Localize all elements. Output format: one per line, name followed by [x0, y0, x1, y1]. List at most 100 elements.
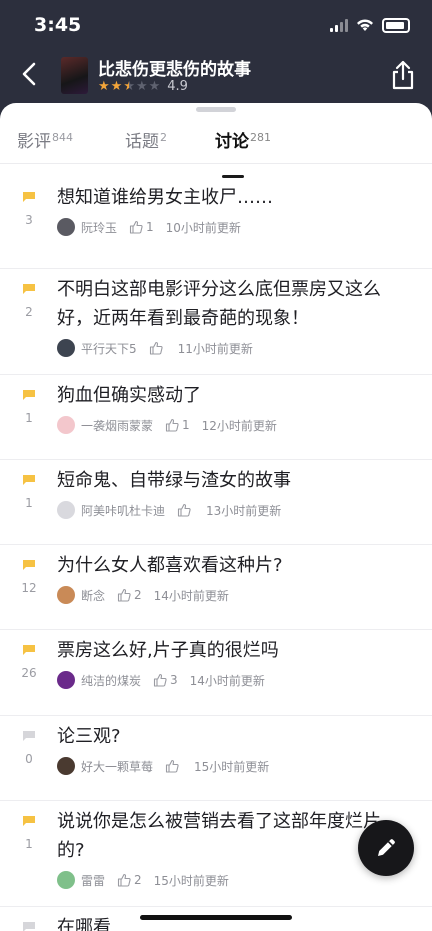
- status-icons: [330, 15, 410, 35]
- username[interactable]: 一袭烟雨蒙蒙: [81, 417, 153, 434]
- sheet-grabber[interactable]: [196, 107, 236, 112]
- reply-count: 2: [25, 305, 33, 319]
- post-meta: 阿美咔叽杜卡迪 13小时前更新: [57, 499, 281, 521]
- post-meta: 断念 2 14小时前更新: [57, 584, 229, 606]
- avatar[interactable]: [57, 671, 75, 689]
- post-title[interactable]: 说说你是怎么被营销去看了这部年度烂片的?: [57, 807, 407, 865]
- star-half-icon: ★: [123, 79, 135, 94]
- comment-flag-icon: [23, 390, 35, 400]
- username[interactable]: 阮玲玉: [81, 219, 117, 236]
- post-title[interactable]: 论三观?: [57, 722, 407, 751]
- divider: [0, 374, 432, 375]
- like-button[interactable]: 2: [117, 588, 142, 602]
- share-icon[interactable]: [390, 60, 416, 90]
- avatar[interactable]: [57, 218, 75, 236]
- post-title[interactable]: 不明白这部电影评分这么底但票房又这么好，近两年看到最奇葩的现象！: [57, 275, 407, 333]
- update-time: 13小时前更新: [206, 503, 282, 518]
- tab-label: 话题: [125, 132, 159, 152]
- post-title[interactable]: 短命鬼、自带绿与渣女的故事: [57, 466, 407, 495]
- like-count: 1: [182, 418, 190, 432]
- signal-icon: [330, 18, 348, 32]
- thumbs-up-icon[interactable]: [117, 588, 131, 602]
- username[interactable]: 断念: [81, 587, 105, 604]
- app-header: 3:45 比悲伤更悲伤的故事 ★ ★ ★ ★ ★ 4.9: [0, 0, 432, 120]
- like-count: 2: [134, 588, 142, 602]
- tab-discussion[interactable]: 讨论281: [215, 127, 271, 152]
- comment-flag-icon: [23, 284, 35, 294]
- thumbs-up-icon[interactable]: [117, 873, 131, 887]
- tab-indicator: [222, 175, 244, 178]
- username[interactable]: 好大一颗草莓: [81, 758, 153, 775]
- username[interactable]: 雷雷: [81, 872, 105, 889]
- reply-count: 0: [25, 752, 33, 766]
- post-title[interactable]: 票房这么好,片子真的很烂吗: [57, 636, 407, 665]
- reply-count: 3: [25, 213, 33, 227]
- star-icon: ★: [110, 79, 123, 94]
- like-button[interactable]: 1: [129, 220, 154, 234]
- post-title[interactable]: 狗血但确实感动了: [57, 381, 407, 410]
- reply-count: 1: [25, 496, 33, 510]
- avatar[interactable]: [57, 501, 75, 519]
- post-meta: 好大一颗草莓 15小时前更新: [57, 755, 269, 777]
- rating-value: 4.9: [167, 79, 188, 94]
- update-time: 15小时前更新: [194, 759, 270, 774]
- reply-count: 12: [21, 581, 37, 595]
- divider: [0, 459, 432, 460]
- username[interactable]: 阿美咔叽杜卡迪: [81, 502, 165, 519]
- like-button[interactable]: 1: [165, 418, 190, 432]
- comment-flag-icon: [23, 645, 35, 655]
- thumbs-up-icon[interactable]: [129, 220, 143, 234]
- avatar[interactable]: [57, 757, 75, 775]
- reply-count: 1: [25, 837, 33, 851]
- thumbs-up-icon[interactable]: [165, 759, 179, 773]
- tab-reviews[interactable]: 影评844: [17, 127, 73, 152]
- update-time: 12小时前更新: [201, 418, 277, 433]
- like-count: 3: [170, 673, 178, 687]
- thumbs-up-icon[interactable]: [153, 673, 167, 687]
- update-time: 11小时前更新: [177, 341, 253, 356]
- like-count: 2: [134, 873, 142, 887]
- like-button[interactable]: [177, 503, 194, 517]
- post-title[interactable]: 想知道谁给男女主收尸……: [57, 183, 407, 212]
- update-time: 14小时前更新: [153, 588, 229, 603]
- thumbs-up-icon[interactable]: [165, 418, 179, 432]
- comment-flag-icon: [23, 731, 35, 741]
- tab-topics[interactable]: 话题2: [125, 127, 167, 152]
- update-time: 14小时前更新: [189, 673, 265, 688]
- post-meta: 雷雷 2 15小时前更新: [57, 869, 229, 891]
- movie-poster[interactable]: [61, 57, 88, 94]
- star-icon: ★: [148, 79, 161, 94]
- comment-flag-icon: [23, 922, 35, 931]
- like-button[interactable]: [165, 759, 182, 773]
- post-meta: 一袭烟雨蒙蒙 1 12小时前更新: [57, 414, 277, 436]
- reply-count: 26: [21, 666, 37, 680]
- avatar[interactable]: [57, 586, 75, 604]
- thumbs-up-icon[interactable]: [177, 503, 191, 517]
- avatar[interactable]: [57, 416, 75, 434]
- divider: [0, 268, 432, 269]
- star-icon: ★: [135, 79, 148, 94]
- comment-flag-icon: [23, 816, 35, 826]
- avatar[interactable]: [57, 871, 75, 889]
- compose-button[interactable]: [358, 820, 414, 876]
- update-time: 15小时前更新: [153, 873, 229, 888]
- post-meta: 平行天下5 11小时前更新: [57, 337, 253, 359]
- post-title[interactable]: 为什么女人都喜欢看这种片?: [57, 551, 407, 580]
- like-button[interactable]: 3: [153, 673, 178, 687]
- username[interactable]: 纯洁的煤炭: [81, 672, 141, 689]
- thumbs-up-icon[interactable]: [149, 341, 163, 355]
- like-button[interactable]: 2: [117, 873, 142, 887]
- tab-count: 2: [160, 131, 167, 144]
- chevron-left-icon[interactable]: [16, 60, 44, 88]
- divider: [0, 544, 432, 545]
- comment-flag-icon: [23, 475, 35, 485]
- comment-flag-icon: [23, 560, 35, 570]
- movie-title: 比悲伤更悲伤的故事: [98, 60, 251, 80]
- movie-rating: ★ ★ ★ ★ ★ 4.9: [98, 79, 188, 94]
- tab-count: 281: [250, 131, 271, 144]
- avatar[interactable]: [57, 339, 75, 357]
- divider: [0, 906, 432, 907]
- post-meta: 纯洁的煤炭 3 14小时前更新: [57, 669, 265, 691]
- username[interactable]: 平行天下5: [81, 340, 137, 357]
- like-button[interactable]: [149, 341, 166, 355]
